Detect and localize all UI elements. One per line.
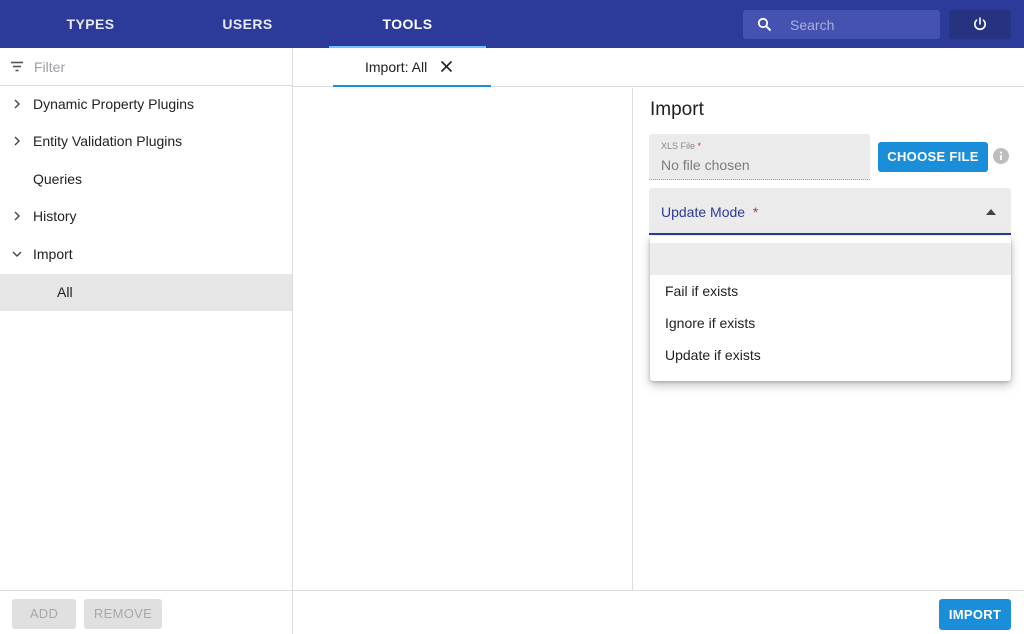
required-asterisk: *: [697, 141, 702, 151]
add-button[interactable]: ADD: [12, 599, 76, 629]
update-mode-label: Update Mode *: [661, 204, 758, 220]
update-mode-label-text: Update Mode: [661, 204, 746, 220]
choose-file-button[interactable]: CHOOSE FILE: [878, 142, 988, 172]
nav-tab-users[interactable]: USERS: [185, 0, 310, 48]
import-button[interactable]: IMPORT: [939, 599, 1011, 630]
tree-item-queries[interactable]: Queries: [0, 161, 292, 198]
tab-import-all[interactable]: Import: All: [333, 48, 491, 87]
search-box[interactable]: Search: [743, 10, 940, 39]
power-icon: [974, 17, 986, 31]
tree-item-dynamic-property-plugins[interactable]: Dynamic Property Plugins: [0, 86, 292, 123]
remove-button[interactable]: REMOVE: [84, 599, 162, 629]
search-icon: [757, 17, 772, 32]
filter-icon: [11, 61, 23, 72]
chevron-right-icon[interactable]: [11, 135, 23, 147]
tree-item-entity-validation-plugins[interactable]: Entity Validation Plugins: [0, 123, 292, 160]
nav-tab-tools[interactable]: TOOLS: [329, 0, 486, 48]
middle-panel: [293, 88, 633, 590]
xls-file-field[interactable]: XLS File * No file chosen: [649, 134, 870, 180]
update-mode-select[interactable]: Update Mode *: [649, 188, 1011, 235]
option-update-if-exists[interactable]: Update if exists: [650, 339, 1011, 371]
page-title: Import: [650, 99, 704, 120]
filter-placeholder: Filter: [34, 59, 66, 75]
sidebar: Filter Dynamic Property Plugins Entity V…: [0, 48, 293, 634]
document-tabs: Import: All: [293, 48, 1024, 87]
tree-item-label: Entity Validation Plugins: [33, 133, 183, 149]
search-placeholder: Search: [790, 17, 835, 33]
tree-item-history[interactable]: History: [0, 198, 292, 235]
tree-item-all[interactable]: All: [0, 274, 292, 311]
option-ignore-if-exists[interactable]: Ignore if exists: [650, 307, 1011, 339]
required-asterisk: *: [752, 204, 759, 220]
update-mode-dropdown: Fail if exists Ignore if exists Update i…: [650, 236, 1011, 381]
nav-tab-types[interactable]: TYPES: [28, 0, 153, 48]
tree-item-label: History: [33, 208, 77, 224]
info-icon[interactable]: [993, 148, 1009, 164]
tree-item-label: Import: [33, 246, 73, 262]
option-label: Fail if exists: [665, 283, 739, 299]
sidebar-footer: ADD REMOVE: [0, 590, 292, 634]
close-icon[interactable]: [440, 60, 453, 73]
xls-file-label-text: XLS File: [661, 141, 696, 151]
filter-field[interactable]: Filter: [0, 48, 292, 86]
option-label: Ignore if exists: [665, 315, 756, 331]
dropdown-arrow-icon[interactable]: [986, 209, 996, 215]
xls-file-value: No file chosen: [661, 157, 750, 173]
chevron-right-icon[interactable]: [11, 98, 23, 110]
option-empty[interactable]: [650, 243, 1011, 275]
tree-item-import[interactable]: Import: [0, 236, 292, 273]
top-navigation-bar: TYPES USERS TOOLS Search: [0, 0, 1024, 48]
option-fail-if-exists[interactable]: Fail if exists: [650, 275, 1011, 307]
tree-item-label: Queries: [33, 171, 83, 187]
chevron-down-icon[interactable]: [11, 248, 23, 260]
bottom-action-bar: IMPORT: [293, 590, 1024, 634]
tree-item-label: All: [57, 284, 73, 300]
tree-item-label: Dynamic Property Plugins: [33, 96, 195, 112]
xls-file-label: XLS File *: [661, 141, 701, 151]
logout-button[interactable]: [949, 10, 1011, 39]
tab-label: Import: All: [365, 59, 428, 75]
option-label: Update if exists: [665, 347, 761, 363]
chevron-right-icon[interactable]: [11, 210, 23, 222]
